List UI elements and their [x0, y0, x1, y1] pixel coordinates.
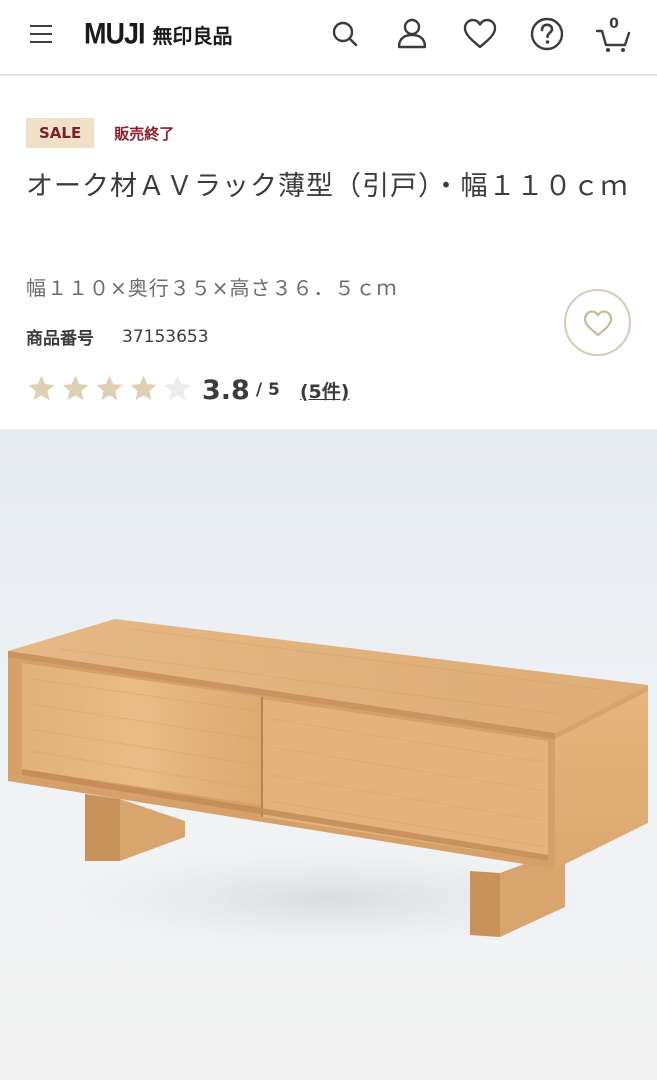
sale-badge: SALE [26, 118, 95, 148]
muji-logo[interactable]: MUJI 無印良品 [84, 16, 233, 52]
search-icon[interactable] [325, 14, 365, 54]
user-icon[interactable] [392, 14, 432, 54]
av-rack-illustration [8, 619, 650, 959]
rating-score: 3.8 [202, 374, 250, 406]
logo-kanji: 無印良品 [152, 23, 233, 48]
favorite-button[interactable] [564, 289, 631, 356]
top-header: MUJI 無印良品 0 [0, 0, 657, 76]
help-icon[interactable] [527, 14, 567, 54]
menu-icon[interactable] [30, 23, 56, 45]
star-filled-icon [60, 373, 94, 407]
cart-icon[interactable]: 0 [594, 14, 634, 54]
star-filled-icon [94, 373, 128, 407]
star-filled-icon [128, 373, 162, 407]
heart-icon[interactable] [460, 14, 500, 54]
star-filled-icon [26, 373, 60, 407]
product-code-value: 37153653 [122, 326, 209, 347]
heart-outline-icon [583, 310, 613, 337]
review-count-link[interactable]: (5件) [300, 377, 350, 404]
rating-row: 3.8 / 5 (5件) [26, 370, 349, 410]
product-badges: SALE 販売終了 [26, 118, 174, 148]
rating-scale: / 5 [255, 380, 280, 400]
logo-latin: MUJI [84, 17, 146, 50]
product-size: 幅１１０×奥行３５×高さ３６．５ｃｍ [26, 276, 398, 300]
sales-ended-label: 販売終了 [114, 124, 175, 143]
rating-stars [26, 373, 196, 407]
product-code-label: 商品番号 [26, 329, 94, 349]
product-title: オーク材ＡＶラック薄型（引戸）・幅１１０ｃｍ [26, 171, 629, 202]
cart-count: 0 [609, 16, 619, 32]
product-code-row: 商品番号 37153653 [26, 324, 209, 350]
star-empty-icon [162, 373, 196, 407]
product-image [0, 429, 657, 1080]
